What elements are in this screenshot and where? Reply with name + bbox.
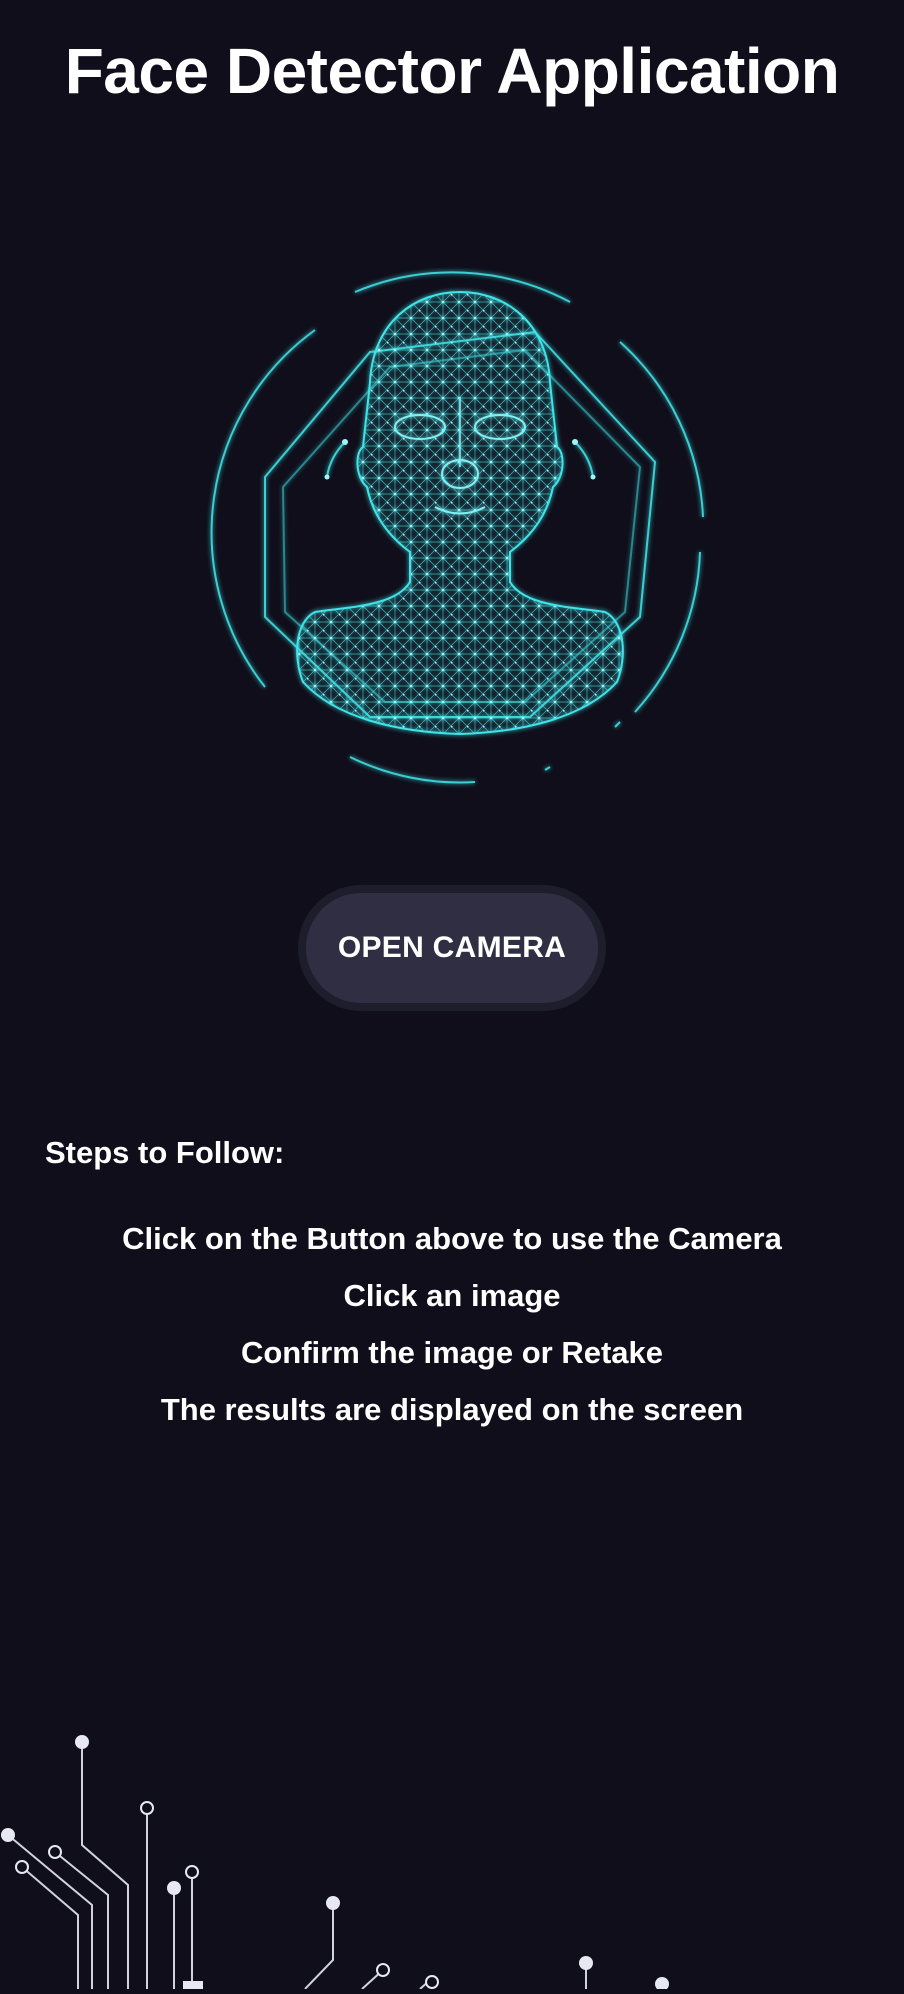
open-camera-button[interactable]: OPEN CAMERA	[298, 885, 606, 1011]
steps-heading: Steps to Follow:	[45, 1135, 285, 1170]
steps-list: Click on the Button above to use the Cam…	[0, 1216, 904, 1444]
step-item-3: Confirm the image or Retake	[240, 1335, 664, 1370]
face-mesh-scan-icon	[195, 262, 725, 792]
step-item-4: The results are displayed on the screen	[160, 1392, 744, 1427]
open-camera-button-surface[interactable]: OPEN CAMERA	[306, 893, 598, 1003]
step-item-1: Click on the Button above to use the Cam…	[122, 1221, 782, 1256]
app-screen: Face Detector Application OPEN CAMERA St…	[0, 0, 904, 1991]
step-item-2: Click an image	[343, 1278, 561, 1313]
app-title: Face Detector Application	[64, 35, 840, 107]
open-camera-button-label: OPEN CAMERA	[337, 931, 567, 964]
circuit-lines-icon	[0, 1720, 904, 1991]
